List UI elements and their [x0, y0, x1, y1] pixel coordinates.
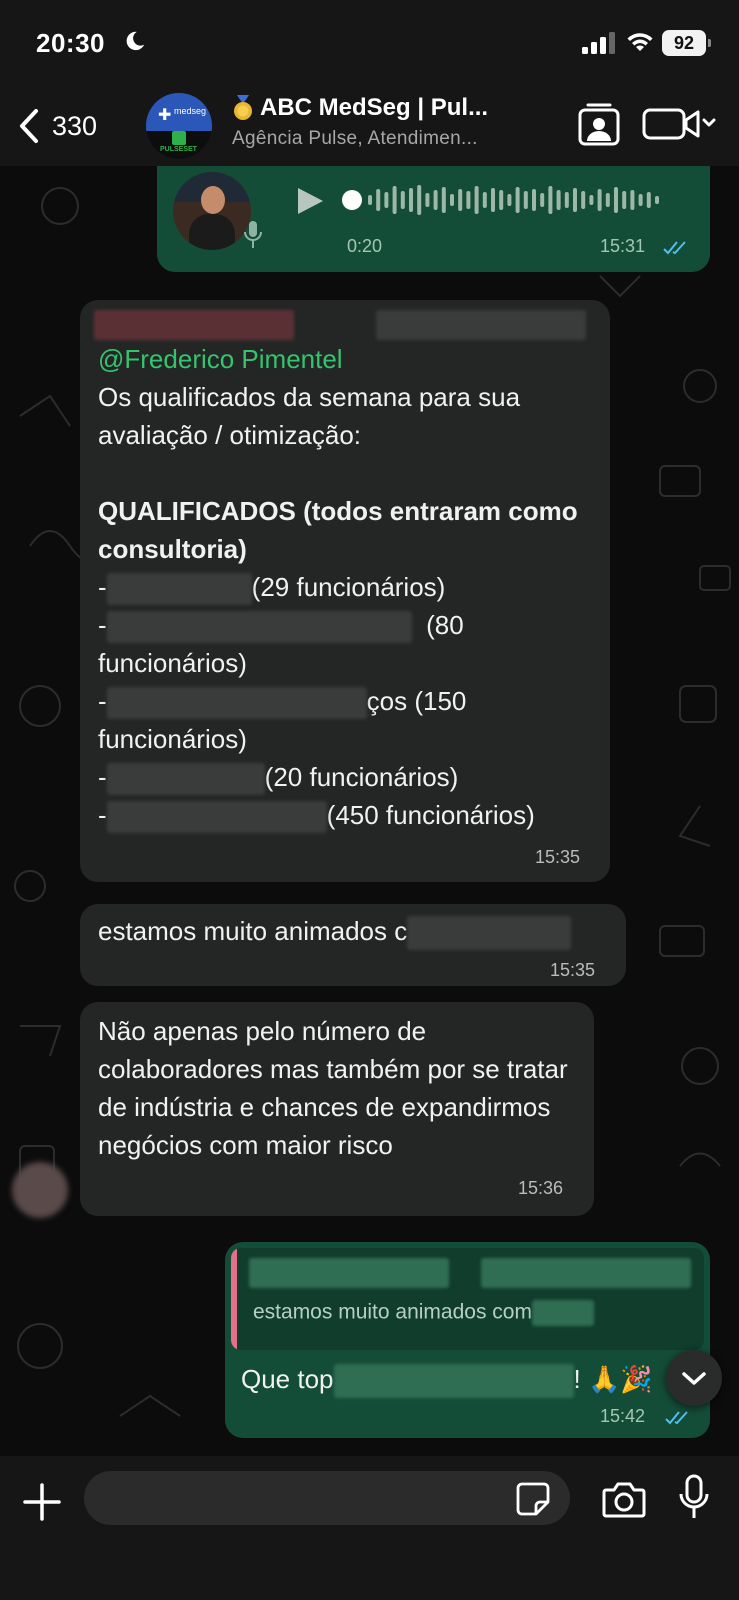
message-text: Que top: [241, 1364, 334, 1394]
message-text-end: ! 🙏🎉: [573, 1364, 653, 1394]
message-time: 15:35: [550, 960, 596, 980]
message-time: 15:36: [518, 1178, 564, 1198]
list-item: - ços (150: [98, 682, 598, 720]
list-item: - (450 funcionários): [98, 796, 598, 834]
avatar-brand: medseg: [174, 106, 207, 116]
reply-message[interactable]: estamos muito animados com Que top ! 🙏🎉 1…: [225, 1242, 710, 1438]
video-call-icon[interactable]: [642, 106, 716, 142]
pulse-logo-icon: [172, 131, 186, 145]
battery-indicator: 92: [662, 30, 711, 56]
quoted-sender-redacted: [249, 1258, 449, 1288]
chevron-left-icon: [20, 109, 38, 143]
list-heading: QUALIFICADOS (todos entraram como consul…: [98, 496, 578, 564]
status-time: 20:30: [36, 28, 105, 58]
group-subtitle: Agência Pulse, Atendimen...: [232, 128, 478, 149]
microphone-icon: [244, 221, 262, 248]
excited-message[interactable]: estamos muito animados c 15:35: [80, 904, 626, 986]
audio-waveform[interactable]: [342, 180, 672, 220]
message-time: 15:31: [600, 236, 646, 256]
voice-duration: 0:20: [347, 236, 383, 256]
sender-avatar: [173, 172, 251, 250]
moon-icon: [126, 31, 145, 51]
unread-count: 330: [52, 110, 98, 141]
play-icon[interactable]: [295, 186, 325, 216]
message-time: 15:35: [535, 847, 581, 867]
double-check-icon: [663, 241, 686, 255]
double-check-icon: [665, 1411, 688, 1425]
message-input[interactable]: [84, 1471, 570, 1525]
chat-header: 330 ✚ medseg PULSESET ABC MedSeg | Pul..…: [0, 88, 739, 166]
sticker-icon[interactable]: [516, 1482, 550, 1516]
list-item: - (20 funcionários): [98, 758, 598, 796]
contact-card-icon[interactable]: [578, 102, 620, 146]
avatar-label: PULSESET: [160, 146, 197, 153]
signal-icon: [582, 32, 615, 54]
quoted-text: estamos muito animados com: [253, 1300, 532, 1324]
group-title: ABC MedSeg | Pul...: [260, 94, 489, 121]
group-avatar[interactable]: ✚ medseg PULSESET: [146, 93, 212, 159]
message-text: Não apenas pelo número de colaboradores …: [98, 1016, 568, 1160]
chevron-down-icon: [682, 1372, 706, 1385]
qualified-list-message[interactable]: @Frederico Pimentel Os qualificados da s…: [80, 300, 610, 882]
plus-logo-icon: ✚: [158, 107, 172, 124]
list-item-continued: funcionários): [98, 724, 247, 754]
attach-plus-icon[interactable]: [22, 1482, 62, 1522]
message-text: estamos muito animados c: [98, 916, 408, 946]
wifi-icon: [627, 33, 653, 51]
mention-link[interactable]: @Frederico Pimentel: [98, 340, 598, 378]
list-item: - (80: [98, 606, 598, 644]
list-item-continued: funcionários): [98, 648, 247, 678]
scroll-down-button[interactable]: [666, 1350, 722, 1406]
camera-icon[interactable]: [602, 1480, 646, 1518]
quoted-message[interactable]: estamos muito animados com: [231, 1248, 704, 1350]
microphone-icon[interactable]: [678, 1474, 710, 1522]
message-time: 15:42: [600, 1406, 646, 1426]
status-bar: 20:30 92: [0, 0, 739, 88]
back-button[interactable]: 330: [18, 104, 97, 148]
message-list[interactable]: 0:20 15:31 @Frederico Pimentel Os qualif…: [0, 166, 739, 1456]
sender-name-redacted: [94, 308, 594, 344]
participant-avatar[interactable]: [12, 1162, 68, 1218]
voice-message[interactable]: 0:20 15:31: [157, 166, 710, 272]
reason-message[interactable]: Não apenas pelo número de colaboradores …: [80, 1002, 594, 1216]
medal-icon: [234, 95, 252, 120]
list-item: - (29 funcionários): [98, 568, 598, 606]
group-info[interactable]: ABC MedSeg | Pul... Agência Pulse, Atend…: [232, 94, 532, 150]
composer-bar: [0, 1456, 739, 1600]
intro-text: Os qualificados da semana para sua avali…: [98, 382, 521, 450]
